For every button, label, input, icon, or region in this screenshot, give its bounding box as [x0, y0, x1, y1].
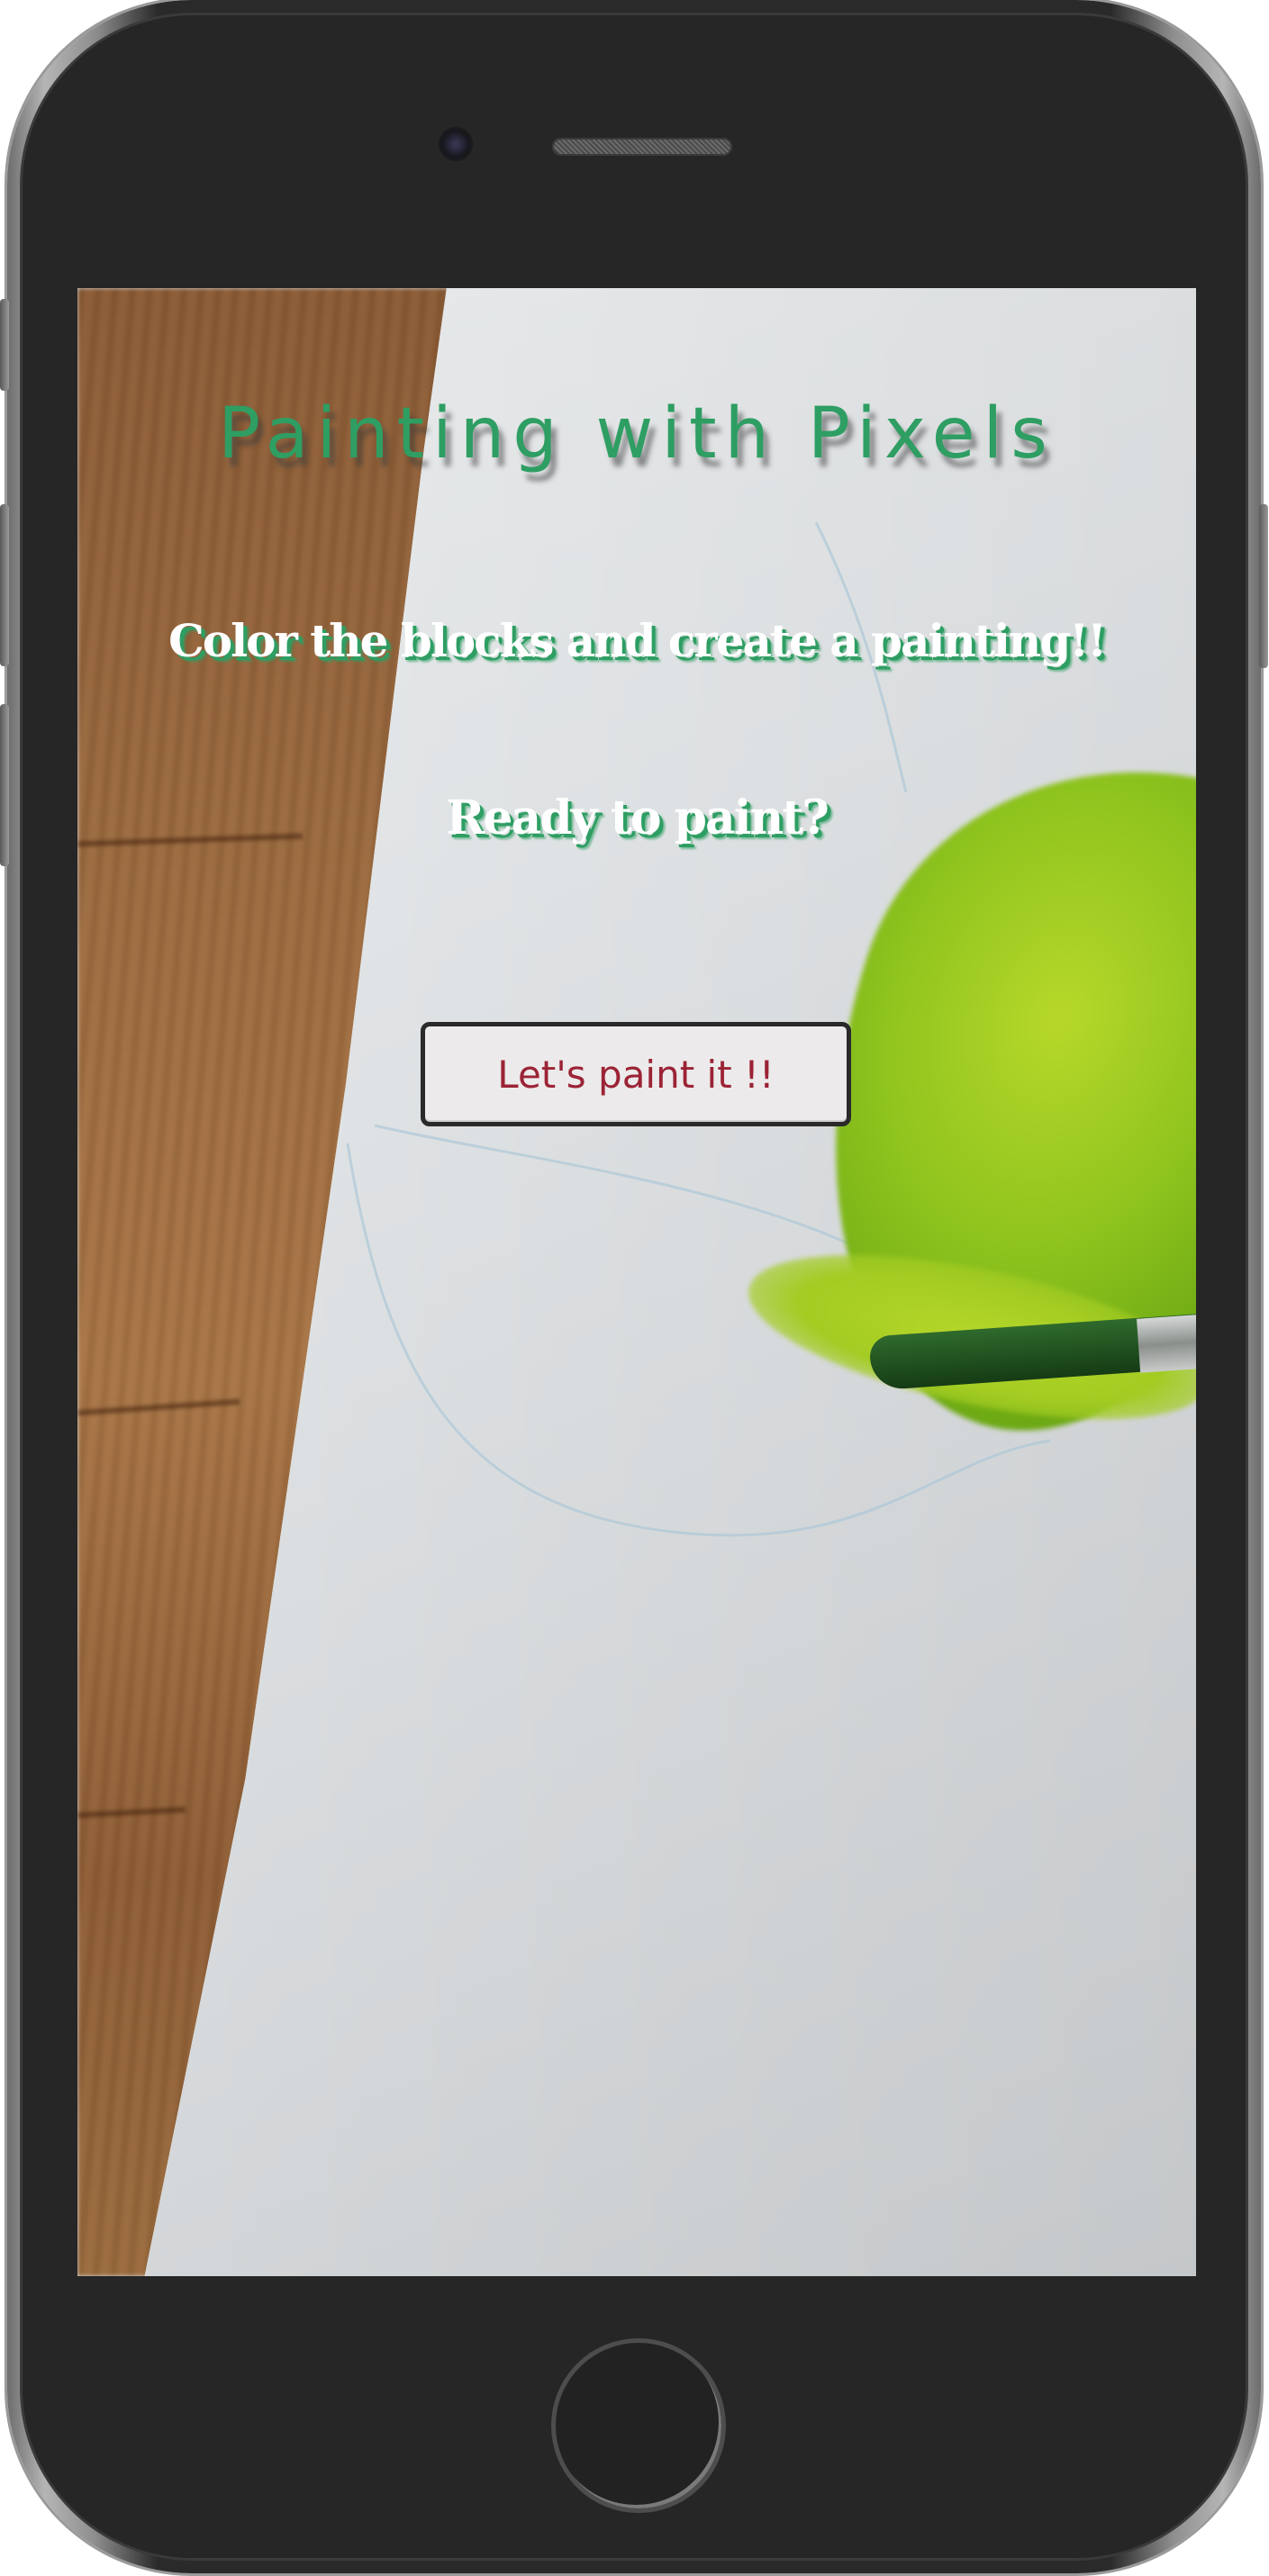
- power-button: [1259, 504, 1268, 668]
- volume-down-button: [0, 704, 9, 866]
- home-button-icon[interactable]: [551, 2338, 726, 2513]
- volume-up-button: [0, 504, 9, 666]
- lets-paint-button[interactable]: Let's paint it !!: [421, 1022, 851, 1126]
- background-image: [77, 288, 1196, 2276]
- mute-switch: [0, 299, 9, 391]
- ready-prompt: Ready to paint?: [446, 791, 829, 845]
- phone-frame: Painting with Pixels Color the blocks an…: [0, 0, 1268, 2573]
- app-screen: Painting with Pixels Color the blocks an…: [77, 288, 1196, 2276]
- paintbrush-ferrule: [1137, 1314, 1196, 1373]
- front-camera-icon: [440, 129, 471, 159]
- earpiece-speaker-icon: [552, 138, 732, 156]
- app-subtitle: Color the blocks and create a painting!!: [168, 614, 1107, 667]
- app-title: Painting with Pixels: [218, 393, 1056, 475]
